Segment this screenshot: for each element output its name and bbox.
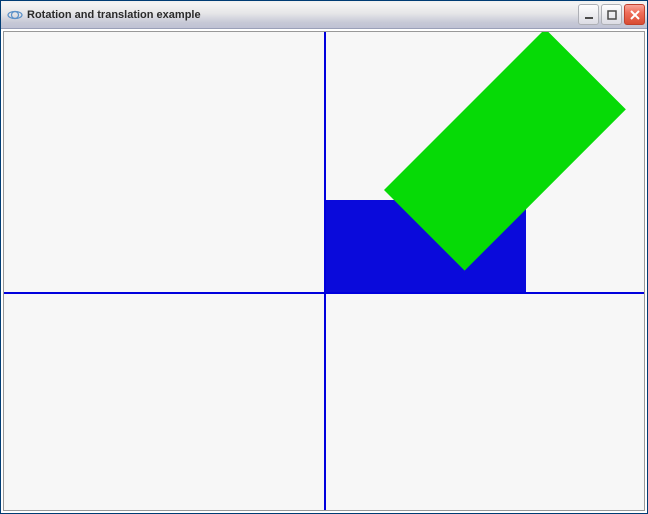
window-controls [578,4,645,25]
y-axis [324,32,326,510]
app-window: Rotation and translation example [0,0,648,514]
maximize-button[interactable] [601,4,622,25]
app-icon [7,7,23,23]
minimize-button[interactable] [578,4,599,25]
titlebar[interactable]: Rotation and translation example [1,1,647,29]
close-button[interactable] [624,4,645,25]
canvas [3,31,645,511]
window-title: Rotation and translation example [27,9,578,21]
